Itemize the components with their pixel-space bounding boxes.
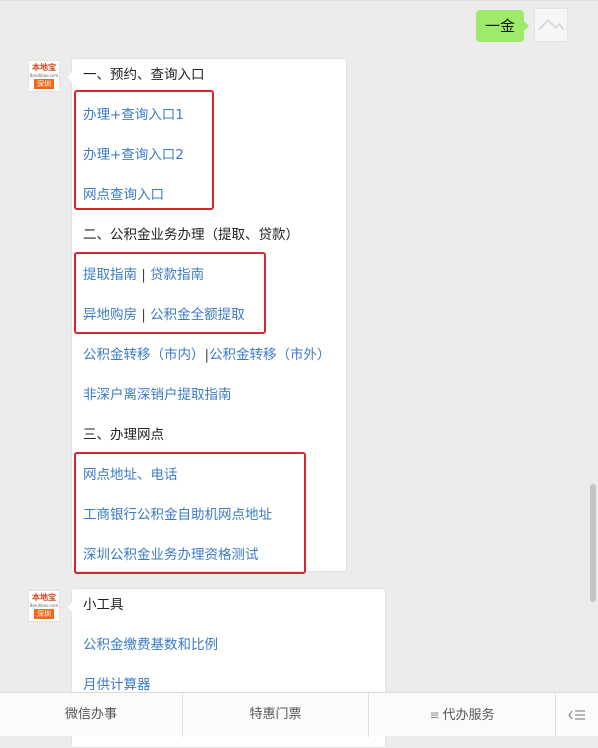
menu-wechat-services[interactable]: 微信办事 [0, 693, 182, 737]
logo-url-text: Bendibao.com [29, 603, 59, 608]
bot-avatar[interactable]: 本地宝 Bendibao.com 深圳 [28, 60, 60, 92]
logo-url-text: Bendibao.com [29, 73, 59, 78]
section-heading: 二、公积金业务办理（提取、贷款） [83, 227, 299, 243]
bot-avatar[interactable]: 本地宝 Bendibao.com 深圳 [28, 590, 60, 622]
section-heading: 一、预约、查询入口 [83, 67, 205, 83]
bottom-menu-bar: 微信办事 特惠门票 ≡ 代办服务 [0, 692, 598, 737]
menu-agency-services[interactable]: ≡ 代办服务 [369, 693, 555, 737]
logo-city-badge: 深圳 [34, 609, 54, 619]
top-divider [0, 0, 598, 1]
logo-text: 本地宝 [32, 63, 56, 72]
scrollbar-thumb[interactable] [590, 484, 596, 602]
keyboard-toggle-icon [568, 709, 585, 720]
section-heading: 三、办理网点 [83, 427, 164, 443]
menu-lines-icon: ≡ [429, 708, 440, 722]
user-avatar[interactable] [534, 8, 568, 42]
outgoing-message-bubble: 一金 [476, 10, 529, 42]
logo-city-badge: 深圳 [34, 79, 54, 89]
logo-text: 本地宝 [32, 593, 56, 602]
link-row: 公积金转移（市内）|公积金转移（市外） [83, 346, 331, 364]
menu-agency-label: 代办服务 [442, 708, 495, 723]
menu-discount-tickets[interactable]: 特惠门票 [183, 693, 368, 737]
tools-title: 小工具 [83, 597, 124, 613]
transfer-out-city-link[interactable]: 公积金转移（市外） [209, 347, 331, 363]
nonlocal-closure-guide-link[interactable]: 非深户离深销户提取指南 [83, 386, 232, 404]
contribution-base-link[interactable]: 公积金缴费基数和比例 [83, 636, 218, 654]
highlight-box [74, 90, 214, 210]
outgoing-message-text: 一金 [484, 17, 515, 35]
highlight-box [74, 252, 266, 334]
avatar-placeholder-icon [538, 19, 564, 31]
keyboard-toggle-button[interactable] [556, 693, 598, 737]
highlight-box [74, 452, 306, 574]
transfer-in-city-link[interactable]: 公积金转移（市内） [83, 347, 205, 363]
